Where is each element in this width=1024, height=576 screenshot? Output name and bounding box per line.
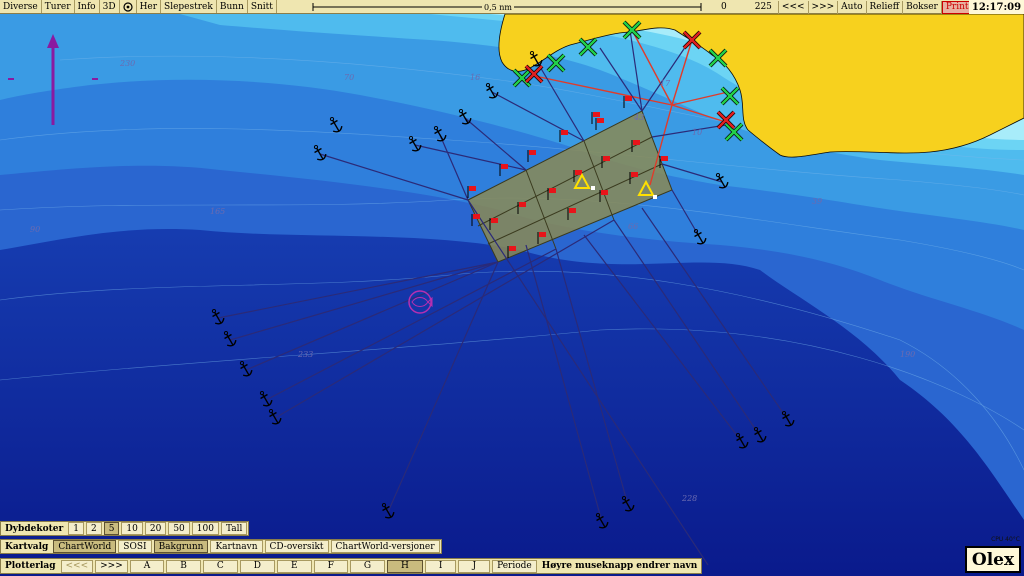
prev-button[interactable]: <<<	[777, 0, 809, 14]
toolbar-right: 0 225 <<< >>> Auto Relieff Bokser Print	[718, 0, 973, 14]
olex-logo: Olex	[965, 546, 1021, 573]
plotterlag-hint: Høyre museknapp endrer navn	[541, 561, 698, 571]
menu-turer[interactable]: Turer	[42, 0, 75, 13]
cpu-temperature: CPU 40°C	[991, 536, 1020, 543]
dybdekoter-option-50[interactable]: 50	[168, 522, 190, 535]
dybdekoter-panel: Dybdekoter 1 2 5 10 20 50 100 Tall	[0, 521, 250, 536]
target-icon[interactable]	[120, 0, 137, 13]
relieff-button[interactable]: Relieff	[867, 0, 904, 14]
kartvalg-cd-oversikt[interactable]: CD-oversikt	[264, 540, 329, 553]
kartvalg-chartworld[interactable]: ChartWorld	[53, 540, 117, 553]
plotterlag-prev-button[interactable]: <<<	[60, 559, 94, 573]
sea-chart-map[interactable]: 16 17 43 10 70 230 39 66 90 165 233 228 …	[0, 0, 1024, 576]
plotterlag-layer-d[interactable]: D	[239, 559, 275, 573]
dybdekoter-option-2[interactable]: 2	[85, 522, 102, 535]
marker-square	[591, 186, 595, 190]
depth-label-165: 165	[210, 207, 225, 216]
plotterlag-layer-a[interactable]: A	[129, 559, 165, 573]
plotterlag-layer-j[interactable]: J	[458, 559, 491, 573]
print-button[interactable]: Print	[941, 0, 973, 14]
marker-square	[653, 195, 657, 199]
dybdekoter-label: Dybdekoter	[5, 523, 64, 534]
plotterlag-periode-button[interactable]: Periode	[492, 559, 537, 573]
next-button[interactable]: >>>	[809, 0, 839, 14]
depth-label-70: 70	[344, 73, 354, 82]
depth-label-228: 228	[681, 494, 697, 503]
kartvalg-chartworld-versjoner[interactable]: ChartWorld-versjoner	[330, 540, 440, 553]
plotterlag-layer-c[interactable]: C	[202, 559, 238, 573]
dybdekoter-option-20[interactable]: 20	[144, 522, 167, 535]
chart-view[interactable]: 16 17 43 10 70 230 39 66 90 165 233 228 …	[0, 0, 1024, 576]
depth-label-66: 66	[628, 222, 638, 231]
depth-label-16: 16	[470, 73, 480, 82]
depth-label-230: 230	[119, 59, 135, 68]
menu-her[interactable]: Her	[137, 0, 162, 13]
dybdekoter-option-tall[interactable]: Tall	[220, 522, 248, 535]
bokser-button[interactable]: Bokser	[903, 0, 942, 14]
menu-diverse[interactable]: Diverse	[0, 0, 42, 13]
depth-label-17: 17	[660, 79, 671, 88]
depth-max-label: 225	[754, 2, 772, 12]
menu-slepestrek[interactable]: Slepestrek	[161, 0, 217, 13]
plotterlag-layer-b[interactable]: B	[166, 559, 201, 573]
depth-label-190: 190	[900, 350, 915, 359]
plotterlag-layer-i[interactable]: I	[424, 559, 457, 573]
dybdekoter-option-10[interactable]: 10	[121, 522, 143, 535]
depth-label-10: 10	[692, 128, 702, 137]
menu-bunn[interactable]: Bunn	[217, 0, 248, 13]
scale-label: 0,5 nm	[482, 2, 515, 12]
kartvalg-panel: Kartvalg ChartWorld SOSI Bakgrunn Kartna…	[0, 539, 442, 554]
depth-label-43: 43	[633, 113, 644, 122]
plotterlag-label: Plotterlag	[5, 561, 56, 571]
menu-info[interactable]: Info	[75, 0, 100, 13]
depth-label-90: 90	[30, 225, 40, 234]
dybdekoter-option-100[interactable]: 100	[191, 522, 219, 535]
plotterlag-next-button[interactable]: >>>	[95, 559, 128, 573]
dybdekoter-option-1[interactable]: 1	[68, 522, 84, 535]
auto-button[interactable]: Auto	[838, 0, 867, 14]
scale-bar: 0,5 nm	[312, 0, 702, 14]
clock: 12:17:09	[969, 0, 1024, 14]
kartvalg-label: Kartvalg	[5, 541, 49, 552]
plotterlag-layer-g[interactable]: G	[349, 559, 386, 573]
kartvalg-kartnavn[interactable]: Kartnavn	[210, 540, 263, 553]
menu-3d[interactable]: 3D	[100, 0, 120, 13]
dybdekoter-option-5[interactable]: 5	[103, 522, 120, 535]
plotterlag-panel: Plotterlag <<< >>> A B C D E F G H I J P…	[0, 558, 703, 574]
plotterlag-layer-h[interactable]: H	[387, 559, 423, 573]
kartvalg-bakgrunn[interactable]: Bakgrunn	[153, 540, 209, 553]
menu-snitt[interactable]: Snitt	[248, 0, 277, 13]
depth-label-233: 233	[297, 350, 313, 359]
plotterlag-layer-e[interactable]: E	[277, 559, 312, 573]
kartvalg-sosi[interactable]: SOSI	[118, 540, 152, 553]
plotterlag-layer-f[interactable]: F	[313, 559, 348, 573]
depth-min-label: 0	[721, 2, 727, 12]
depth-label-39: 39	[812, 197, 822, 206]
